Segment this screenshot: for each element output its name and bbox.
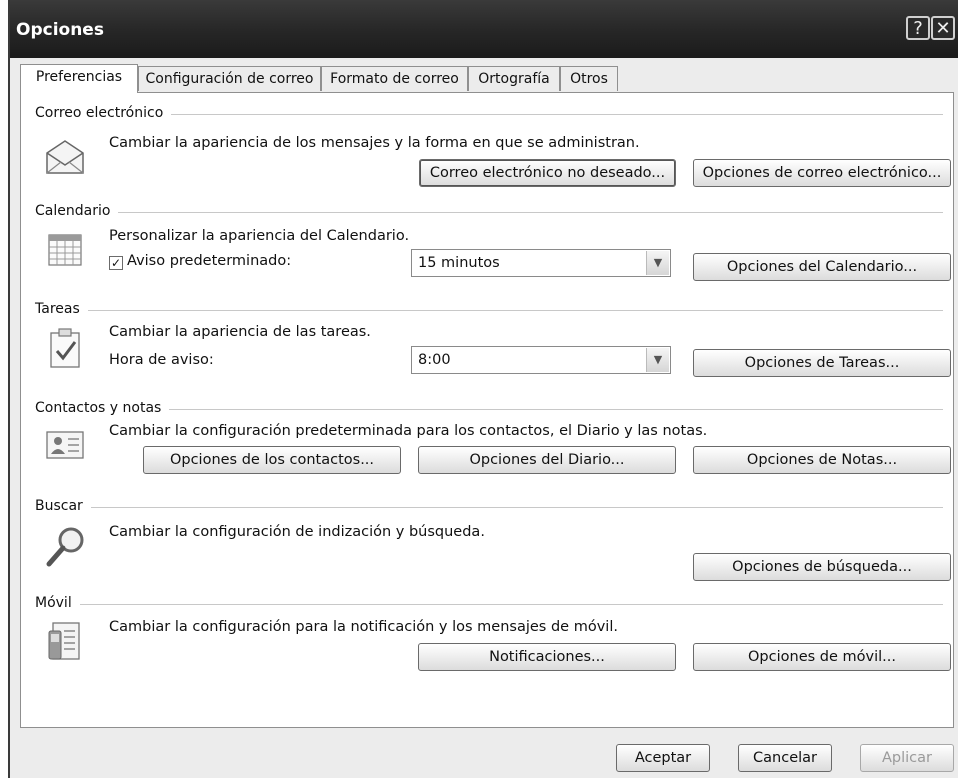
task-reminder-time-select[interactable]: 8:00 ▼ xyxy=(411,346,671,374)
section-divider xyxy=(35,604,943,605)
section-description: Personalizar la apariencia del Calendari… xyxy=(109,228,410,244)
search-options-button[interactable]: Opciones de búsqueda... xyxy=(693,553,951,581)
task-reminder-time-value: 8:00 xyxy=(418,352,451,368)
journal-options-button[interactable]: Opciones del Diario... xyxy=(418,446,676,474)
section-heading: Calendario xyxy=(35,203,119,219)
calendar-icon xyxy=(48,234,82,266)
section-heading: Móvil xyxy=(35,595,80,611)
chevron-down-icon[interactable]: ▼ xyxy=(646,251,669,275)
notifications-button[interactable]: Notificaciones... xyxy=(418,643,676,671)
section-divider xyxy=(35,507,943,508)
default-reminder-label: Aviso predeterminado: xyxy=(127,253,292,269)
section-heading: Correo electrónico xyxy=(35,105,172,121)
calendar-options-button[interactable]: Opciones del Calendario... xyxy=(693,253,951,281)
envelope-icon xyxy=(46,140,84,174)
mobile-device-icon xyxy=(48,622,80,660)
section-description: Cambiar la configuración predeterminada … xyxy=(109,423,708,439)
options-dialog: Opciones ? ✕ Preferencias Configuración … xyxy=(8,0,958,778)
close-button[interactable]: ✕ xyxy=(931,16,955,40)
tab-preferencias[interactable]: Preferencias xyxy=(20,64,138,93)
apply-button[interactable]: Aplicar xyxy=(860,744,954,772)
task-clipboard-icon xyxy=(50,328,80,368)
tab-otros[interactable]: Otros xyxy=(560,66,618,91)
reminder-time-select[interactable]: 15 minutos ▼ xyxy=(411,249,671,277)
task-options-button[interactable]: Opciones de Tareas... xyxy=(693,349,951,377)
magnifier-icon xyxy=(46,527,84,567)
window-title: Opciones xyxy=(16,20,104,40)
preferences-panel: Correo electrónico Cambiar la apariencia… xyxy=(20,92,954,728)
reminder-time-label: Hora de aviso: xyxy=(109,352,214,368)
ok-button[interactable]: Aceptar xyxy=(616,744,710,772)
tab-ortografia[interactable]: Ortografía xyxy=(468,66,560,91)
section-description: Cambiar la configuración para la notific… xyxy=(109,619,618,635)
email-options-button[interactable]: Opciones de correo electrónico... xyxy=(693,159,951,187)
mobile-options-button[interactable]: Opciones de móvil... xyxy=(693,643,951,671)
help-button[interactable]: ? xyxy=(906,16,930,40)
chevron-down-icon[interactable]: ▼ xyxy=(646,348,669,372)
section-divider xyxy=(35,409,943,410)
section-divider xyxy=(35,310,943,311)
title-bar[interactable]: Opciones ? ✕ xyxy=(10,0,958,58)
section-description: Cambiar la apariencia de las tareas. xyxy=(109,324,371,340)
junk-email-button[interactable]: Correo electrónico no deseado... xyxy=(419,159,676,187)
section-heading: Contactos y notas xyxy=(35,400,170,416)
default-reminder-checkbox[interactable]: ✓ xyxy=(109,256,123,270)
section-heading: Tareas xyxy=(35,301,88,317)
section-divider xyxy=(35,212,943,213)
contact-card-icon xyxy=(46,431,84,459)
section-description: Cambiar la apariencia de los mensajes y … xyxy=(109,135,640,151)
section-description: Cambiar la configuración de indización y… xyxy=(109,524,485,540)
tab-configuracion-correo[interactable]: Configuración de correo xyxy=(138,66,321,91)
tab-formato-correo[interactable]: Formato de correo xyxy=(321,66,468,91)
notes-options-button[interactable]: Opciones de Notas... xyxy=(693,446,951,474)
section-heading: Buscar xyxy=(35,498,91,514)
contact-options-button[interactable]: Opciones de los contactos... xyxy=(143,446,401,474)
cancel-button[interactable]: Cancelar xyxy=(738,744,832,772)
reminder-time-value: 15 minutos xyxy=(418,255,500,271)
